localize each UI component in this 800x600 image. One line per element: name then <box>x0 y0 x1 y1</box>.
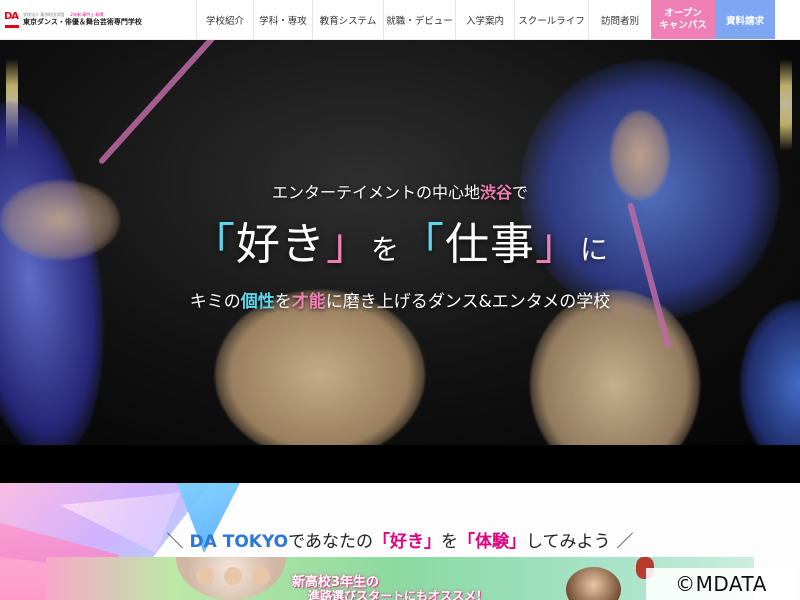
tagline2-word2: 仕事 <box>445 219 535 270</box>
tagline2-word1: 好き <box>235 219 326 270</box>
main-nav: 学校紹介 学科・専攻 教育システム 就職・デビュー 入学案内 スクールライフ 訪… <box>196 0 800 39</box>
nav-item-school-life[interactable]: スクールライフ <box>514 0 588 39</box>
open-campus-line2: キャンパス <box>659 19 707 31</box>
logo-mark-text: DA <box>4 10 19 22</box>
slogan-quote-1: 「好き」 <box>372 532 441 552</box>
tagline3-mid: を <box>274 292 292 312</box>
slogan-quote-2: 「体験」 <box>457 532 526 552</box>
nav-item-departments[interactable]: 学科・専攻 <box>253 0 312 39</box>
logo-school-name: 東京ダンス・俳優＆舞台芸術専門学校 <box>23 18 142 26</box>
site-header: DA 学校法人 東京町田学園 2年制 専門士 取得 東京ダンス・俳優＆舞台芸術専… <box>0 0 800 40</box>
slogan-brand: DA TOKYO <box>189 532 289 552</box>
request-docs-button[interactable]: 資料請求 <box>715 0 775 39</box>
experience-slogan: ＼ DA TOKYOであなたの「好き」を「体験」してみよう／ <box>0 527 800 552</box>
tagline3-highlight-2: 才能 <box>291 292 326 312</box>
hero-bottom-bar <box>0 445 800 483</box>
school-logo[interactable]: DA 学校法人 東京町田学園 2年制 専門士 取得 東京ダンス・俳優＆舞台芸術専… <box>0 0 196 39</box>
slogan-slash-right: ／ <box>616 532 634 552</box>
slogan-text-3: してみよう <box>525 532 611 552</box>
bracket-open-2: 「 <box>400 219 445 270</box>
hero-copy: エンターテイメントの中心地渋谷で 「好き」を「仕事」に キミの個性を才能に磨き上… <box>0 40 800 445</box>
nav-item-visitors[interactable]: 訪問者別 <box>588 0 651 39</box>
tagline1-highlight: 渋谷 <box>479 183 512 202</box>
tagline2-particle: を <box>370 233 400 266</box>
tagline2-end: に <box>580 233 610 266</box>
experience-section: ＼ DA TOKYOであなたの「好き」を「体験」してみよう／ 新高校3年生の 進路… <box>0 483 800 600</box>
tagline3-post: に磨き上げるダンス&エンタメの学校 <box>325 292 611 312</box>
tagline1-pre: エンターテイメントの中心地 <box>271 183 480 202</box>
logo-mark-icon: DA <box>4 9 20 31</box>
bracket-close-2: 」 <box>535 219 580 270</box>
nav-item-about[interactable]: 学校紹介 <box>196 0 253 39</box>
banner-subline: 進路選びスタートにもオススメ！ <box>308 589 489 600</box>
slogan-slash-left: ＼ <box>166 532 184 552</box>
nav-item-education-system[interactable]: 教育システム <box>312 0 383 39</box>
nav-item-career-debut[interactable]: 就職・デビュー <box>383 0 455 39</box>
hero-section: エンターテイメントの中心地渋谷で 「好き」を「仕事」に キミの個性を才能に磨き上… <box>0 40 800 445</box>
banner-portrait <box>566 567 621 600</box>
logo-sub-right: 2年制 専門士 取得 <box>70 12 104 17</box>
copyright-watermark: ©MDATA <box>646 568 796 600</box>
tagline1-post: で <box>512 183 529 202</box>
logo-sub-left: 学校法人 東京町田学園 <box>23 12 65 17</box>
hero-tagline-1: エンターテイメントの中心地渋谷で <box>0 179 800 203</box>
open-campus-button[interactable]: オープン キャンパス <box>651 0 715 39</box>
nav-item-admissions[interactable]: 入学案内 <box>455 0 514 39</box>
slogan-text-2: を <box>440 532 458 552</box>
slogan-text-1: であなたの <box>288 532 373 552</box>
tagline3-highlight-1: 個性 <box>240 292 275 312</box>
bracket-open-1: 「 <box>190 219 236 270</box>
open-campus-line1: オープン <box>664 7 702 19</box>
tagline3-pre: キミの <box>189 292 241 312</box>
bracket-close-1: 」 <box>325 219 371 270</box>
hero-tagline-2: 「好き」を「仕事」に <box>0 208 800 272</box>
hero-tagline-3: キミの個性を才能に磨き上げるダンス&エンタメの学校 <box>0 287 800 312</box>
